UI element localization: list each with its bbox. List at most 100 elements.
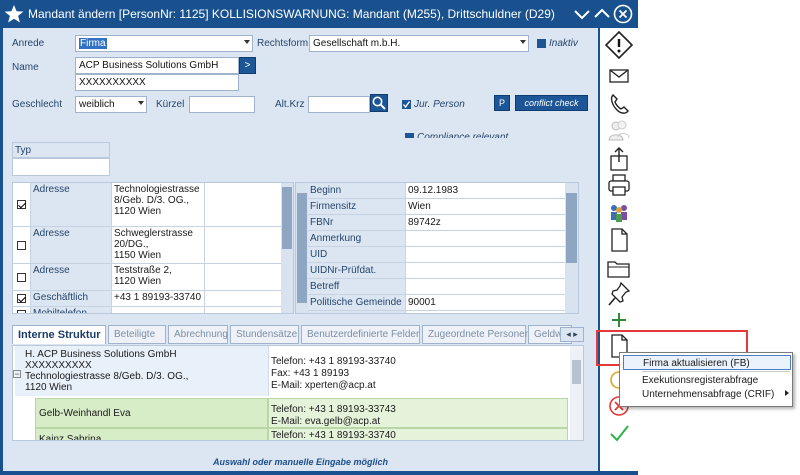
address-row[interactable]: Adresse Technologiestrasse 8/Geb. D/3. OG.… — [13, 183, 281, 227]
mail-icon[interactable] — [604, 61, 634, 89]
properties-left-scrollbar[interactable] — [296, 183, 308, 313]
property-row[interactable]: GerichtHandelsgericht Wien — [308, 311, 566, 313]
window-title: Mandant ändern [PersonNr: 1125] KOLLISIO… — [28, 7, 555, 21]
property-row[interactable]: FBNr 89742z — [308, 215, 566, 231]
tab-1[interactable]: Interne Struktur — [12, 325, 106, 344]
property-row[interactable]: Betreff — [308, 279, 566, 295]
detail-tabs: Interne Struktur Beteiligte Abrechnung Stun… — [12, 325, 584, 344]
property-value[interactable]: 89742z — [406, 215, 566, 230]
warning-icon[interactable] — [604, 31, 634, 59]
person-name[interactable]: Kainz Sabrina — [39, 434, 101, 440]
name-field-2[interactable]: XXXXXXXXXX — [75, 74, 239, 91]
name-field-1[interactable]: ACP Business Solutions GmbH — [75, 57, 239, 74]
address-line: +43 1 89193-33740 — [114, 292, 202, 303]
jur-person-label: Jur. Person — [414, 99, 465, 110]
person-contact-line: Telefon: +43 1 89193-33743 — [271, 404, 396, 415]
property-row[interactable]: Beginn 09.12.1983 — [308, 183, 566, 199]
rechtsform-select[interactable]: Gesellschaft m.b.H. — [309, 35, 529, 52]
address-row[interactable]: Adresse Schweglerstrasse 20/DG., 1150 Wien — [13, 227, 281, 264]
row-check-cell — [13, 291, 31, 306]
conflict-check-button[interactable]: conflict check — [515, 95, 588, 111]
property-row[interactable]: UID — [308, 247, 566, 263]
jur-person-checkbox[interactable] — [402, 100, 411, 109]
anrede-select[interactable]: Firma — [75, 35, 253, 52]
address-line: 20/DG., — [114, 239, 149, 250]
confirm-icon[interactable] — [604, 419, 634, 447]
company-contact-line: E-Mail: xperten@acp.at — [271, 380, 376, 391]
tab-3[interactable]: Abrechnung — [168, 325, 228, 344]
properties-table: Beginn 09.12.1983 Firmensitz Wien FBNr 89742z… — [295, 182, 579, 314]
inaktiv-checkbox[interactable] — [537, 39, 546, 48]
chevron-up-icon[interactable] — [592, 4, 612, 24]
context-menu-item-1[interactable]: Firma aktualisieren (FB) — [623, 355, 791, 370]
property-value[interactable] — [406, 231, 566, 246]
folder-icon[interactable] — [604, 254, 634, 282]
property-value[interactable] — [406, 247, 566, 262]
contacts-icon[interactable] — [604, 117, 634, 145]
address-line: Technologiestrasse — [114, 184, 200, 195]
properties-scrollbar[interactable] — [565, 183, 578, 313]
menu-separator — [642, 371, 790, 372]
properties-left-thumb[interactable] — [297, 193, 307, 303]
person-name[interactable]: Gelb-Weinhandl Eva — [39, 408, 131, 419]
row-checkbox[interactable] — [17, 273, 26, 282]
property-value[interactable] — [406, 263, 566, 278]
phone-icon[interactable] — [604, 89, 634, 117]
collapse-icon[interactable]: − — [13, 370, 21, 379]
document-icon[interactable] — [604, 226, 634, 254]
property-label: Firmensitz — [308, 199, 406, 214]
properties-scroll-thumb[interactable] — [566, 193, 577, 263]
internal-structure-tree: − H. ACP Business Solutions GmbH XXXXXXXX… — [12, 345, 584, 441]
structure-scrollbar[interactable] — [570, 346, 583, 440]
property-value[interactable] — [406, 279, 566, 294]
typ-filter-input[interactable] — [12, 158, 110, 176]
address-row[interactable]: Mobiltelefon — [13, 307, 281, 313]
property-value[interactable]: 09.12.1983 — [406, 183, 566, 198]
address-type-label: Adresse — [31, 264, 112, 290]
tab-6[interactable]: Zugeordnete Personen — [422, 325, 530, 344]
search-icon — [372, 96, 386, 110]
chevron-down-icon[interactable] — [572, 4, 592, 24]
search-button[interactable] — [370, 94, 388, 112]
property-row[interactable]: Politische Gemeinde 90001 — [308, 295, 566, 311]
row-checkbox[interactable] — [17, 200, 26, 209]
address-scroll-thumb[interactable] — [282, 187, 292, 249]
p-button[interactable]: P — [494, 95, 510, 111]
company-line: H. ACP Business Solutions GmbH — [25, 349, 177, 360]
address-row[interactable]: Adresse Teststraße 2, 1120 Wien — [13, 264, 281, 291]
close-icon[interactable] — [613, 4, 633, 24]
property-value[interactable]: 90001 — [406, 295, 566, 310]
pin-icon[interactable] — [604, 280, 634, 308]
star-icon — [4, 5, 24, 23]
tab-5[interactable]: Benutzerdefinierte Felder — [301, 325, 420, 344]
address-scrollbar[interactable] — [281, 183, 293, 313]
tab-2[interactable]: Beteiligte — [108, 325, 166, 344]
property-label: Anmerkung — [308, 231, 406, 246]
name-expand-button[interactable]: > — [239, 57, 256, 74]
geschlecht-select[interactable]: weiblich — [75, 96, 147, 113]
kuerzel-field[interactable] — [189, 96, 255, 113]
people-group-icon[interactable] — [604, 198, 634, 226]
context-menu-item-3[interactable]: Unternehmensabfrage (CRIF) — [623, 387, 793, 402]
context-menu-item-2[interactable]: Exekutionsregisterabfrage — [623, 373, 777, 388]
row-checkbox[interactable] — [17, 310, 26, 313]
property-value[interactable]: Handelsgericht Wien — [406, 311, 566, 313]
altkrz-field[interactable] — [308, 96, 370, 113]
tab-4[interactable]: Stundensätze — [230, 325, 299, 344]
property-row[interactable]: Firmensitz Wien — [308, 199, 566, 215]
address-value — [112, 307, 205, 313]
export-icon[interactable] — [604, 145, 634, 173]
property-row[interactable]: UIDNr-Prüfdat. — [308, 263, 566, 279]
geschlecht-value: weiblich — [79, 99, 115, 110]
tab-scroll-arrows[interactable]: ◂ ▸ — [560, 327, 584, 342]
structure-scroll-thumb[interactable] — [572, 360, 581, 384]
row-checkbox[interactable] — [17, 241, 26, 250]
property-label: UIDNr-Prüfdat. — [308, 263, 406, 278]
print-icon[interactable] — [604, 171, 634, 199]
rechtsform-value: Gesellschaft m.b.H. — [313, 38, 401, 49]
address-row[interactable]: Geschäftlich +43 1 89193-33740 — [13, 291, 281, 307]
property-value[interactable]: Wien — [406, 199, 566, 214]
property-label: UID — [308, 247, 406, 262]
row-checkbox[interactable] — [17, 294, 26, 303]
property-row[interactable]: Anmerkung — [308, 231, 566, 247]
